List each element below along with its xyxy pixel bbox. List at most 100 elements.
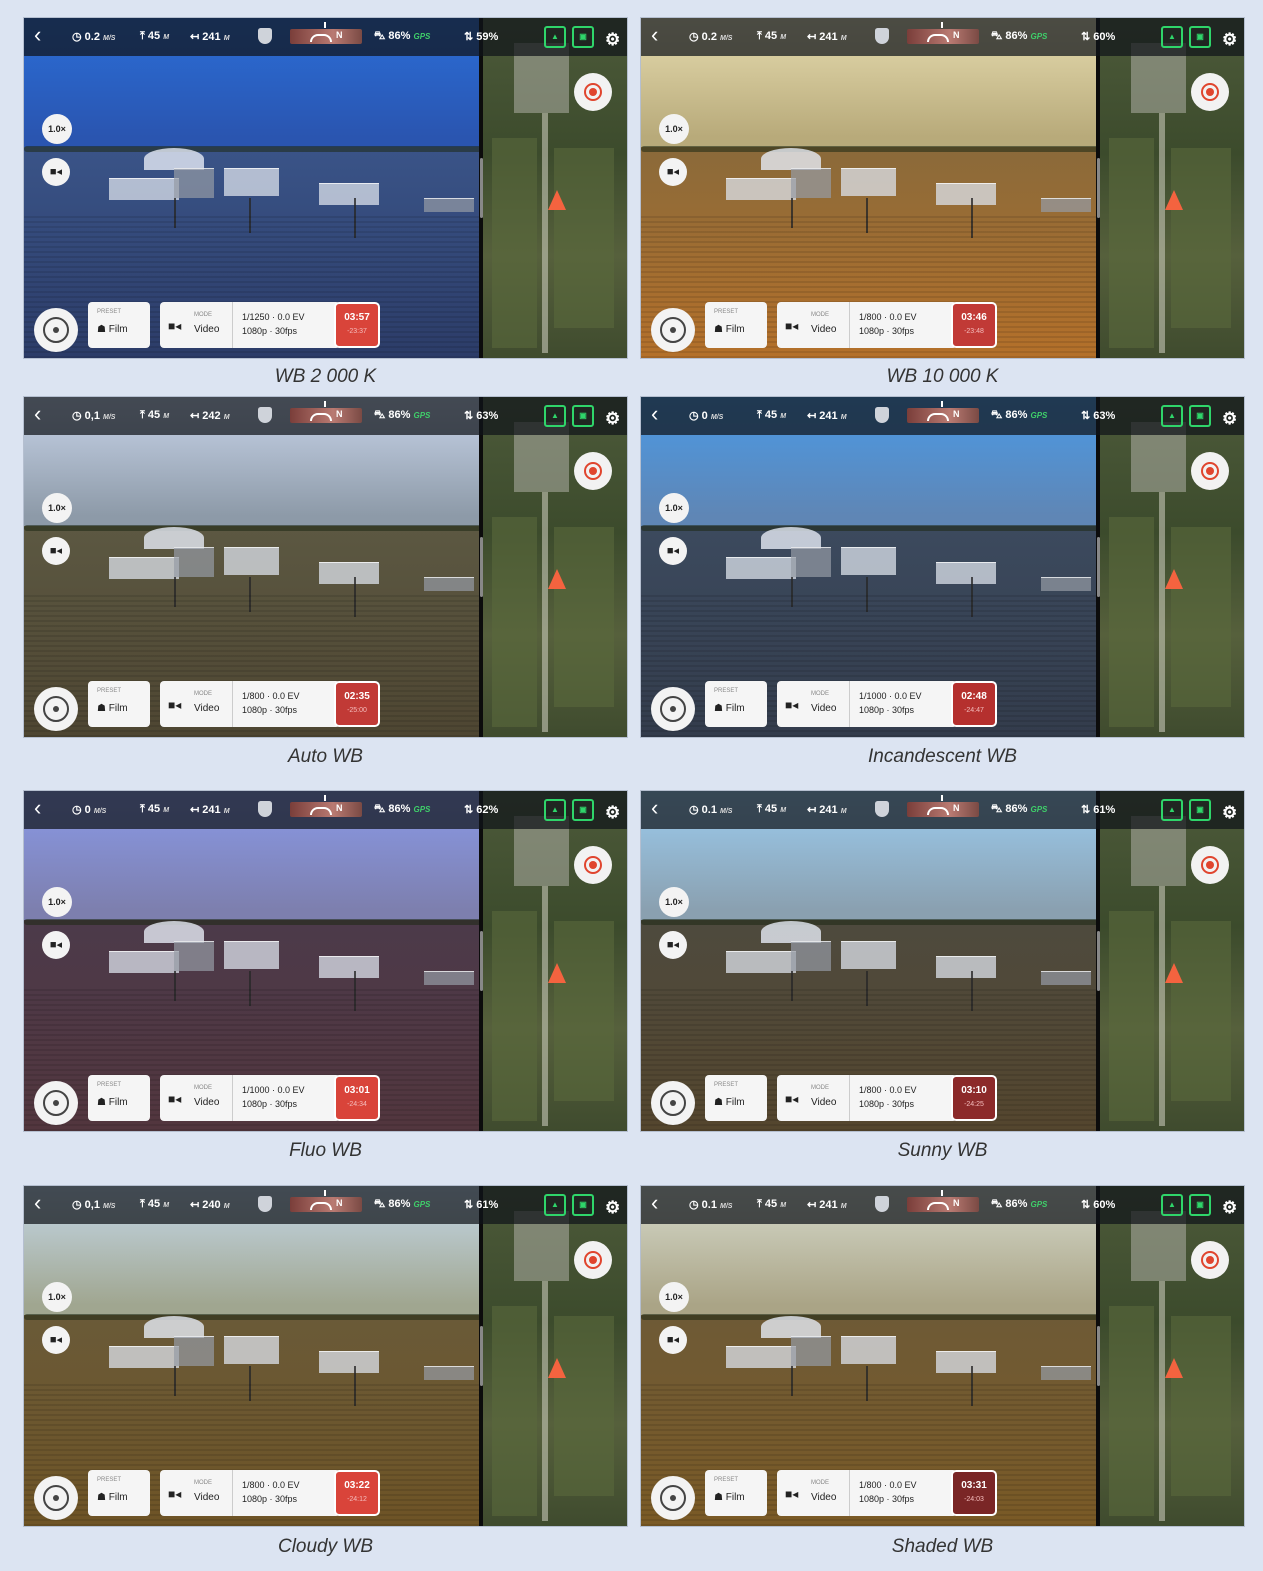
gear-icon[interactable]: ⚙ <box>605 1198 620 1218</box>
mode-button[interactable]: ■◂ MODE Video 1/1000 · 0.0 EV 1080p · 30… <box>160 1075 340 1121</box>
target-icon[interactable] <box>1191 1241 1229 1279</box>
target-icon[interactable] <box>1191 73 1229 111</box>
satellite-map[interactable] <box>482 397 627 737</box>
gear-icon[interactable]: ⚙ <box>1222 30 1237 50</box>
signal-icon[interactable]: ▲ <box>1161 1194 1183 1216</box>
sd-card-icon[interactable]: ▣ <box>1189 799 1211 821</box>
split-handle[interactable] <box>1097 931 1100 991</box>
gear-icon[interactable]: ⚙ <box>1222 1198 1237 1218</box>
target-icon[interactable] <box>574 73 612 111</box>
satellite-map[interactable] <box>482 791 627 1131</box>
mode-button[interactable]: ■◂ MODE Video 1/800 · 0.0 EV 1080p · 30f… <box>777 1470 957 1516</box>
mode-button[interactable]: ■◂ MODE Video 1/800 · 0.0 EV 1080p · 30f… <box>160 1470 340 1516</box>
joystick-icon[interactable] <box>34 1081 78 1125</box>
shield-icon[interactable] <box>258 1196 272 1212</box>
camera-toggle-icon[interactable]: ■◂ <box>659 931 687 959</box>
camera-toggle-icon[interactable]: ■◂ <box>42 158 70 186</box>
zoom-button[interactable]: 1.0× <box>659 1282 689 1312</box>
zoom-button[interactable]: 1.0× <box>42 1282 72 1312</box>
target-icon[interactable] <box>1191 846 1229 884</box>
gear-icon[interactable]: ⚙ <box>605 30 620 50</box>
camera-toggle-icon[interactable]: ■◂ <box>659 1326 687 1354</box>
signal-icon[interactable]: ▲ <box>544 405 566 427</box>
mode-button[interactable]: ■◂ MODE Video 1/800 · 0.0 EV 1080p · 30f… <box>777 1075 957 1121</box>
zoom-button[interactable]: 1.0× <box>42 114 72 144</box>
satellite-map[interactable] <box>482 18 627 358</box>
satellite-map[interactable] <box>1099 791 1244 1131</box>
target-icon[interactable] <box>1191 452 1229 490</box>
joystick-icon[interactable] <box>651 308 695 352</box>
preset-button[interactable]: PRESET ☗ Film <box>705 1470 767 1516</box>
mode-button[interactable]: ■◂ MODE Video 1/800 · 0.0 EV 1080p · 30f… <box>777 302 957 348</box>
back-icon[interactable]: ‹ <box>651 22 658 48</box>
back-icon[interactable]: ‹ <box>34 401 41 427</box>
sd-card-icon[interactable]: ▣ <box>1189 405 1211 427</box>
zoom-button[interactable]: 1.0× <box>42 493 72 523</box>
camera-toggle-icon[interactable]: ■◂ <box>42 931 70 959</box>
sd-card-icon[interactable]: ▣ <box>1189 26 1211 48</box>
preset-button[interactable]: PRESET ☗ Film <box>705 302 767 348</box>
satellite-map[interactable] <box>482 1186 627 1526</box>
shield-icon[interactable] <box>875 1196 889 1212</box>
sd-card-icon[interactable]: ▣ <box>572 799 594 821</box>
sd-card-icon[interactable]: ▣ <box>1189 1194 1211 1216</box>
zoom-button[interactable]: 1.0× <box>659 114 689 144</box>
back-icon[interactable]: ‹ <box>34 795 41 821</box>
back-icon[interactable]: ‹ <box>34 22 41 48</box>
satellite-map[interactable] <box>1099 18 1244 358</box>
sd-card-icon[interactable]: ▣ <box>572 26 594 48</box>
back-icon[interactable]: ‹ <box>651 1190 658 1216</box>
joystick-icon[interactable] <box>651 1081 695 1125</box>
record-button[interactable]: 03:22 -24:12 <box>334 1470 380 1516</box>
record-button[interactable]: 03:57 -23:37 <box>334 302 380 348</box>
preset-button[interactable]: PRESET ☗ Film <box>88 681 150 727</box>
joystick-icon[interactable] <box>34 687 78 731</box>
record-button[interactable]: 03:46 -23:48 <box>951 302 997 348</box>
camera-toggle-icon[interactable]: ■◂ <box>659 537 687 565</box>
mode-button[interactable]: ■◂ MODE Video 1/1000 · 0.0 EV 1080p · 30… <box>777 681 957 727</box>
joystick-icon[interactable] <box>34 1476 78 1520</box>
shield-icon[interactable] <box>875 801 889 817</box>
back-icon[interactable]: ‹ <box>651 795 658 821</box>
shield-icon[interactable] <box>875 28 889 44</box>
split-handle[interactable] <box>1097 1326 1100 1386</box>
target-icon[interactable] <box>574 846 612 884</box>
back-icon[interactable]: ‹ <box>34 1190 41 1216</box>
back-icon[interactable]: ‹ <box>651 401 658 427</box>
record-button[interactable]: 03:01 -24:34 <box>334 1075 380 1121</box>
sd-card-icon[interactable]: ▣ <box>572 405 594 427</box>
mode-button[interactable]: ■◂ MODE Video 1/800 · 0.0 EV 1080p · 30f… <box>160 681 340 727</box>
gear-icon[interactable]: ⚙ <box>605 803 620 823</box>
split-handle[interactable] <box>1097 537 1100 597</box>
shield-icon[interactable] <box>258 407 272 423</box>
signal-icon[interactable]: ▲ <box>544 799 566 821</box>
mode-button[interactable]: ■◂ MODE Video 1/1250 · 0.0 EV 1080p · 30… <box>160 302 340 348</box>
joystick-icon[interactable] <box>651 1476 695 1520</box>
camera-toggle-icon[interactable]: ■◂ <box>42 537 70 565</box>
split-handle[interactable] <box>480 931 483 991</box>
shield-icon[interactable] <box>875 407 889 423</box>
record-button[interactable]: 03:10 -24:25 <box>951 1075 997 1121</box>
satellite-map[interactable] <box>1099 1186 1244 1526</box>
split-handle[interactable] <box>480 1326 483 1386</box>
record-button[interactable]: 02:35 -25:00 <box>334 681 380 727</box>
signal-icon[interactable]: ▲ <box>544 26 566 48</box>
zoom-button[interactable]: 1.0× <box>42 887 72 917</box>
record-button[interactable]: 03:31 -24:03 <box>951 1470 997 1516</box>
gear-icon[interactable]: ⚙ <box>605 409 620 429</box>
split-handle[interactable] <box>480 158 483 218</box>
signal-icon[interactable]: ▲ <box>544 1194 566 1216</box>
preset-button[interactable]: PRESET ☗ Film <box>88 1075 150 1121</box>
satellite-map[interactable] <box>1099 397 1244 737</box>
preset-button[interactable]: PRESET ☗ Film <box>705 681 767 727</box>
preset-button[interactable]: PRESET ☗ Film <box>88 302 150 348</box>
record-button[interactable]: 02:48 -24:47 <box>951 681 997 727</box>
target-icon[interactable] <box>574 1241 612 1279</box>
preset-button[interactable]: PRESET ☗ Film <box>88 1470 150 1516</box>
zoom-button[interactable]: 1.0× <box>659 493 689 523</box>
signal-icon[interactable]: ▲ <box>1161 405 1183 427</box>
gear-icon[interactable]: ⚙ <box>1222 409 1237 429</box>
camera-toggle-icon[interactable]: ■◂ <box>42 1326 70 1354</box>
joystick-icon[interactable] <box>651 687 695 731</box>
joystick-icon[interactable] <box>34 308 78 352</box>
